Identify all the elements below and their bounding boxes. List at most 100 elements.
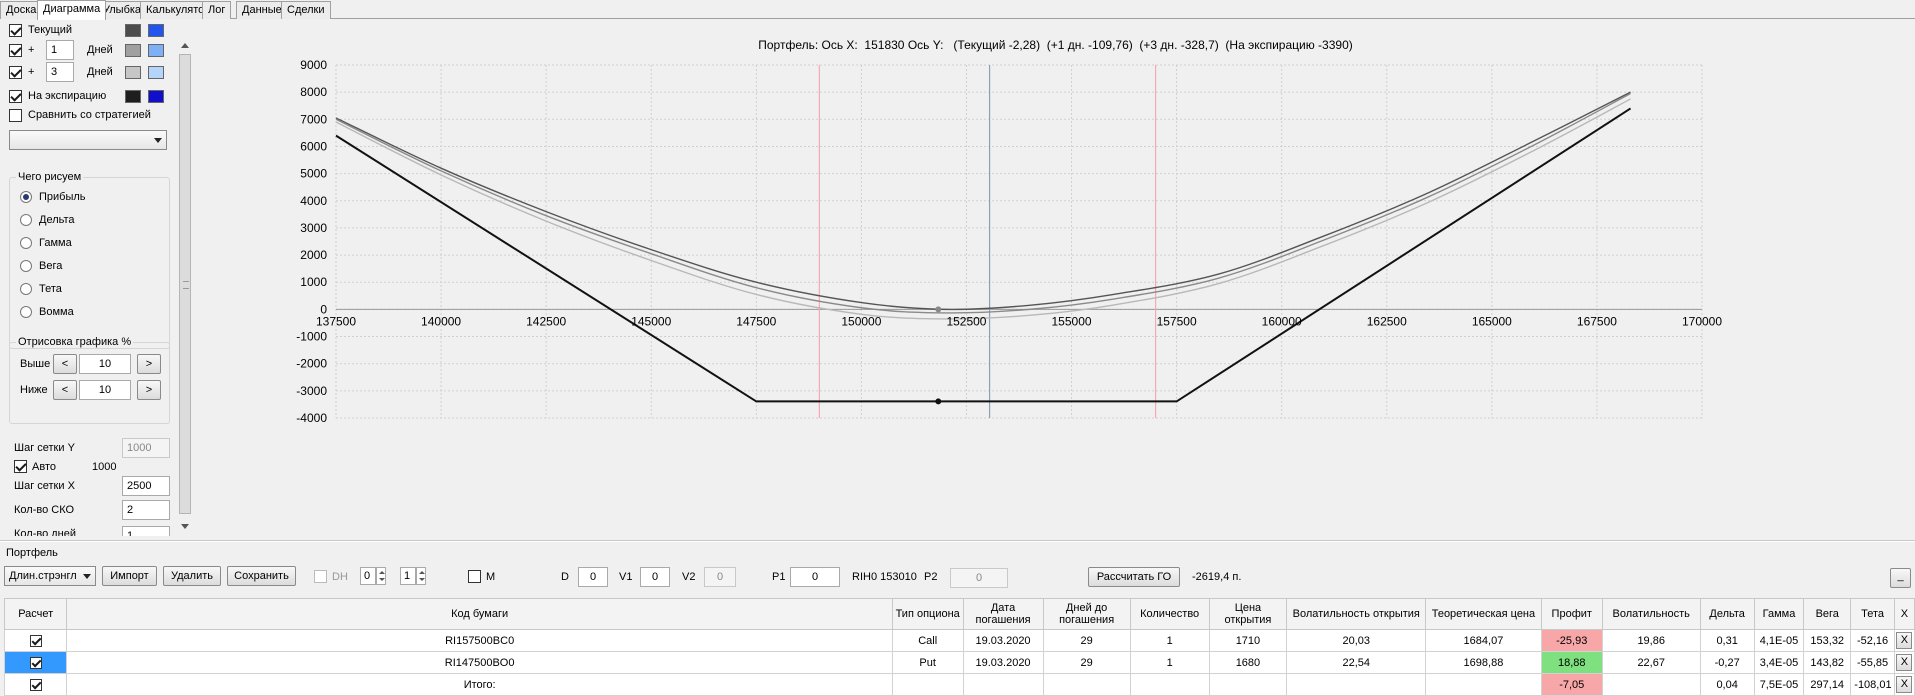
calc-checkbox[interactable]	[29, 634, 42, 647]
strategy-select[interactable]: Длин.стрэнгл	[4, 566, 96, 586]
above-decrease-button[interactable]: <	[53, 354, 77, 374]
scroll-down-icon[interactable]	[181, 522, 189, 530]
minimize-button[interactable]: _	[1890, 568, 1911, 588]
delta-cell[interactable]: 0,31	[1699, 629, 1755, 652]
col-delta[interactable]: Дельта	[1699, 598, 1755, 630]
remove-row-button[interactable]: X	[1896, 632, 1913, 649]
current-color-swatch[interactable]	[125, 24, 141, 37]
radio-theta[interactable]	[20, 283, 32, 295]
above-increase-button[interactable]: >	[137, 354, 161, 374]
open-price-cell[interactable]: 1680	[1208, 651, 1288, 674]
type-cell[interactable]: Call	[891, 629, 964, 652]
day3-input[interactable]: 3	[46, 62, 74, 82]
profit-cell[interactable]: 18,88	[1540, 651, 1603, 674]
volatility-cell[interactable]: 19,86	[1601, 629, 1701, 652]
current-checkbox[interactable]	[9, 24, 22, 37]
col-type[interactable]: Тип опциона	[891, 598, 964, 630]
code-cell[interactable]: RI147500BO0	[66, 651, 893, 674]
type-cell[interactable]: Put	[891, 651, 964, 674]
day3-alt-color-swatch[interactable]	[148, 66, 164, 79]
expiry-cell[interactable]	[962, 673, 1044, 696]
theta-cell[interactable]: -52,16	[1850, 629, 1895, 652]
vega-cell[interactable]: 153,32	[1803, 629, 1852, 652]
theta-cell[interactable]: -108,01	[1850, 673, 1895, 696]
table-total-row[interactable]: Итого: -7,05 0,04 7,5E-05 297,14 -108,01…	[3, 673, 1915, 696]
radio-vomma[interactable]	[20, 306, 32, 318]
col-calc[interactable]: Расчет	[3, 598, 68, 630]
dh-spinner-2[interactable]	[416, 567, 426, 585]
table-row[interactable]: RI157500BC0 Call 19.03.2020 29 1 1710 20…	[3, 629, 1915, 652]
compare-strategy-select[interactable]	[9, 130, 167, 150]
day1-color-swatch[interactable]	[125, 44, 141, 57]
dh-spinner-1[interactable]	[376, 567, 386, 585]
theo-price-cell[interactable]: 1698,88	[1425, 651, 1542, 674]
grid-x-input[interactable]: 2500	[122, 476, 170, 496]
open-price-cell[interactable]	[1208, 673, 1288, 696]
col-vega[interactable]: Вега	[1803, 598, 1852, 630]
calc-checkbox[interactable]	[29, 678, 42, 691]
open-vol-cell[interactable]	[1286, 673, 1427, 696]
col-expiry-date[interactable]: Дата погашения	[962, 598, 1044, 630]
col-open-vol[interactable]: Волатильность открытия	[1286, 598, 1427, 630]
theo-price-cell[interactable]: 1684,07	[1425, 629, 1542, 652]
remove-row-button[interactable]: X	[1896, 676, 1913, 693]
current-alt-color-swatch[interactable]	[148, 24, 164, 37]
expiry-cell[interactable]: 19.03.2020	[962, 651, 1044, 674]
col-open-price[interactable]: Цена открытия	[1208, 598, 1288, 630]
save-button[interactable]: Сохранить	[227, 566, 296, 586]
day3-color-swatch[interactable]	[125, 66, 141, 79]
days-count-input[interactable]: 1	[122, 526, 170, 536]
expiry-cell[interactable]: 19.03.2020	[962, 629, 1044, 652]
delete-button[interactable]: Удалить	[163, 566, 221, 586]
panel-splitter[interactable]	[0, 540, 1915, 542]
p1-input[interactable]: 0	[790, 567, 840, 587]
import-button[interactable]: Импорт	[102, 566, 157, 586]
calc-margin-button[interactable]: Рассчитать ГО	[1088, 567, 1180, 587]
theta-cell[interactable]: -55,85	[1850, 651, 1895, 674]
table-row[interactable]: RI147500BO0 Put 19.03.2020 29 1 1680 22,…	[3, 651, 1915, 674]
code-cell[interactable]: Итого:	[66, 673, 893, 696]
vega-cell[interactable]: 297,14	[1803, 673, 1852, 696]
col-days-left[interactable]: Дней до погашения	[1042, 598, 1131, 630]
d-input[interactable]: 0	[578, 567, 608, 587]
below-decrease-button[interactable]: <	[53, 380, 77, 400]
tab-deals[interactable]: Сделки	[281, 1, 331, 19]
dh-input-2[interactable]: 1	[400, 567, 416, 585]
tab-log[interactable]: Лог	[202, 1, 232, 19]
remove-row-button[interactable]: X	[1896, 654, 1913, 671]
v1-input[interactable]: 0	[640, 567, 670, 587]
radio-gamma[interactable]	[20, 237, 32, 249]
open-vol-cell[interactable]: 20,03	[1286, 629, 1427, 652]
calc-cell[interactable]	[3, 629, 68, 652]
open-vol-cell[interactable]: 22,54	[1286, 651, 1427, 674]
gamma-cell[interactable]: 4,1E-05	[1753, 629, 1805, 652]
radio-delta[interactable]	[20, 214, 32, 226]
day1-alt-color-swatch[interactable]	[148, 44, 164, 57]
scroll-up-icon[interactable]	[181, 42, 189, 50]
expiry-checkbox[interactable]	[9, 90, 22, 103]
auto-checkbox[interactable]	[14, 460, 27, 473]
volatility-cell[interactable]	[1601, 673, 1701, 696]
calc-cell[interactable]	[3, 651, 68, 674]
days-cell[interactable]: 29	[1042, 629, 1131, 652]
dh-checkbox[interactable]	[314, 570, 327, 583]
profit-cell[interactable]: -7,05	[1540, 673, 1603, 696]
days-cell[interactable]: 29	[1042, 651, 1131, 674]
volatility-cell[interactable]: 22,67	[1601, 651, 1701, 674]
quantity-cell[interactable]: 1	[1129, 629, 1210, 652]
calc-cell[interactable]	[3, 673, 68, 696]
grid-y-input[interactable]: 1000	[122, 438, 170, 458]
expiry-color-swatch[interactable]	[125, 90, 141, 103]
settings-scrollbar[interactable]	[178, 40, 192, 532]
m-checkbox[interactable]	[468, 570, 481, 583]
compare-checkbox[interactable]	[9, 109, 22, 122]
delta-cell[interactable]: -0,27	[1699, 651, 1755, 674]
quantity-cell[interactable]: 1	[1129, 651, 1210, 674]
above-input[interactable]: 10	[79, 354, 131, 374]
payoff-chart[interactable]: 9000800070006000500040003000200010000-10…	[196, 20, 1915, 536]
tab-data[interactable]: Данные	[236, 1, 288, 19]
scrollbar-thumb[interactable]	[179, 54, 191, 514]
delta-cell[interactable]: 0,04	[1699, 673, 1755, 696]
gamma-cell[interactable]: 7,5E-05	[1753, 673, 1805, 696]
day3-checkbox[interactable]	[9, 66, 22, 79]
